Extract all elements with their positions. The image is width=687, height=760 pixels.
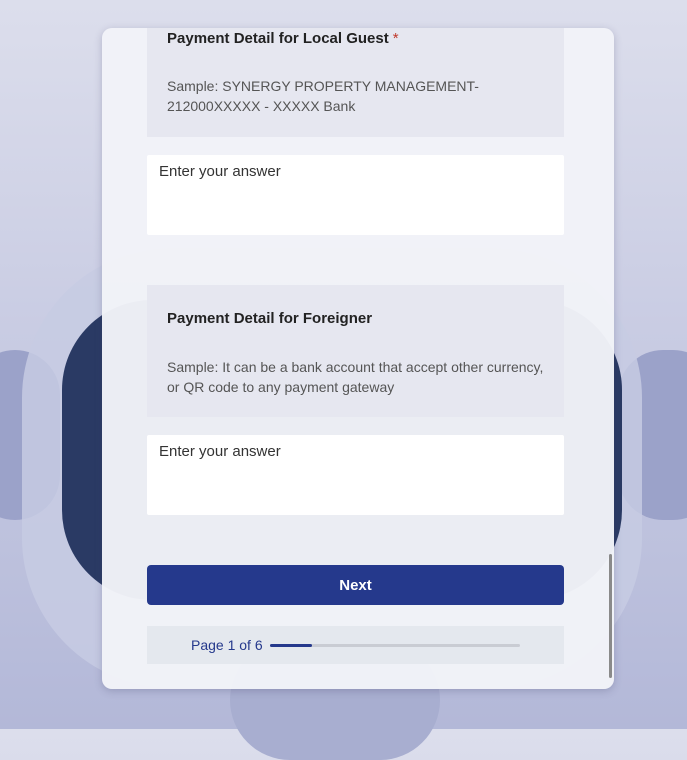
question-description: Sample: It can be a bank account that ac… — [167, 359, 544, 395]
next-button[interactable]: Next — [147, 565, 564, 605]
page-counter: Page 1 of 6 — [191, 637, 263, 653]
question-title: Payment Detail for Local Guest * — [167, 30, 399, 47]
question-title-text: Payment Detail for Foreigner — [167, 310, 373, 327]
scrollbar[interactable] — [609, 554, 612, 678]
form-card: Payment Detail for Local Guest * Sample: … — [102, 28, 614, 689]
background-decoration — [618, 350, 687, 520]
required-marker: * — [392, 30, 399, 47]
answer-input-local-guest[interactable] — [147, 155, 564, 235]
progress-indicator: Page 1 of 6 — [147, 626, 564, 664]
question-foreigner: Payment Detail for Foreigner Sample: It … — [147, 285, 564, 417]
question-local-guest: Payment Detail for Local Guest * Sample: … — [147, 28, 564, 137]
question-description: Sample: SYNERGY PROPERTY MANAGEMENT- 212… — [167, 78, 479, 114]
question-title-text: Payment Detail for Local Guest — [167, 30, 389, 47]
progress-track — [270, 644, 520, 647]
progress-fill — [270, 644, 312, 647]
answer-input-foreigner[interactable] — [147, 435, 564, 515]
background-decoration — [0, 350, 60, 520]
question-title: Payment Detail for Foreigner — [167, 310, 372, 327]
